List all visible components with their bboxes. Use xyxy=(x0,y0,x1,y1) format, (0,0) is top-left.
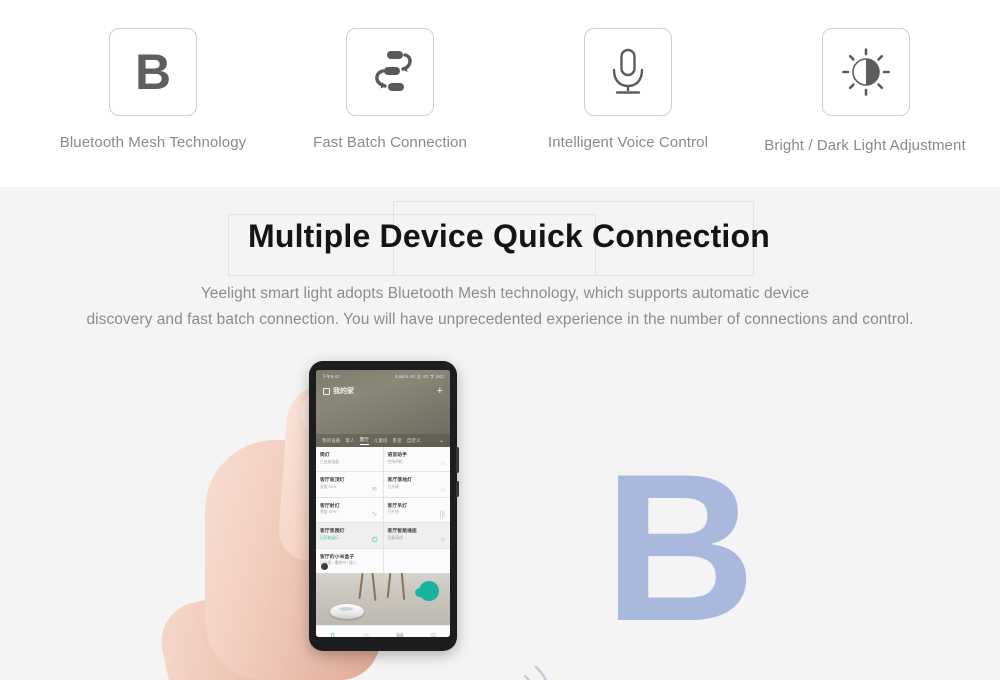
device-name: 客厅落地灯 xyxy=(387,478,412,484)
feature-bluetooth-mesh[interactable]: B Bluetooth Mesh Technology xyxy=(28,0,278,187)
device-card[interactable]: 客厅的小米盒子 已连接 / 播放中 / 接入 xyxy=(316,548,383,573)
volume-button[interactable] xyxy=(456,481,459,497)
device-card[interactable]: 筒灯 已连接设备 xyxy=(316,447,383,472)
device-status: 已连接 / 播放中 / 接入 xyxy=(320,561,357,566)
device-status: 空闲待机 xyxy=(387,459,403,464)
chevron-down-icon[interactable]: ⌄ xyxy=(439,438,444,444)
smartphone: 下午5:42 5.6K/s 4G 全 4G 字 (92) 我的家 + 我的设备 … xyxy=(309,361,459,651)
plus-icon[interactable]: + xyxy=(437,386,443,397)
device-name: 客厅吸顶灯 xyxy=(320,478,345,484)
promo-page: B Bluetooth Mesh Technology Fast Batch C… xyxy=(0,0,1000,680)
device-name: 语音助手 xyxy=(387,453,408,458)
device-status: 已连接设备 xyxy=(320,459,339,464)
hero-subtitle: Yeelight smart light adopts Bluetooth Me… xyxy=(0,281,1000,333)
room-photo-strip xyxy=(316,573,450,625)
feature-label: Fast Batch Connection xyxy=(313,134,467,151)
page-title: Multiple Device Quick Connection xyxy=(247,218,771,254)
fingertip-overlay xyxy=(415,581,439,601)
tab-living-room[interactable]: 客厅 xyxy=(359,437,369,445)
fast-batch-connection-icon xyxy=(346,28,434,116)
device-icon: ||| xyxy=(439,511,445,519)
room-tabs[interactable]: 我的设备 客人 客厅 儿童房 卧室 自定义 ⌄ xyxy=(316,434,450,447)
device-icon: ⌂ xyxy=(440,485,445,493)
app-title-row: 我的家 + xyxy=(316,382,450,397)
device-card[interactable]: 客厅吸顶灯 亮度 60% ≋ xyxy=(316,472,383,497)
tab-my-devices[interactable]: 我的设备 xyxy=(322,438,340,444)
feature-label: Bluetooth Mesh Technology xyxy=(59,134,247,151)
device-icon: ⌾ xyxy=(440,536,445,544)
table-leg xyxy=(371,573,376,602)
subtitle-line-1: Yeelight smart light adopts Bluetooth Me… xyxy=(200,285,810,302)
device-name: 筒灯 xyxy=(320,453,330,458)
feature-fast-batch[interactable]: Fast Batch Connection xyxy=(265,0,515,187)
phone-screen[interactable]: 下午5:42 5.6K/s 4G 全 4G 字 (92) 我的家 + 我的设备 … xyxy=(316,370,450,637)
device-card-grid: 筒灯 已连接设备 语音助手 空闲待机 ○ 客厅吸顶灯 亮度 60% ≋ 客厅落地… xyxy=(316,447,450,573)
home-icon xyxy=(323,387,330,395)
table-leg xyxy=(358,573,364,599)
nav-item-smart[interactable]: ▤ 智能 xyxy=(383,626,417,637)
status-indicators: 5.6K/s 4G 全 4G 字 (92) xyxy=(395,374,444,379)
tab-guest[interactable]: 客人 xyxy=(345,438,354,444)
feature-voice-control[interactable]: Intelligent Voice Control xyxy=(503,0,753,187)
device-card[interactable]: 客厅氛围灯 已开启运行 ⏻ xyxy=(316,523,383,548)
profile-icon: ☺ xyxy=(429,630,438,637)
device-status: 亮度 40% xyxy=(320,510,337,515)
status-bar: 下午5:42 5.6K/s 4G 全 4G 字 (92) xyxy=(316,370,450,382)
device-thumbnail xyxy=(321,563,328,570)
store-icon: ⌂ xyxy=(363,630,369,637)
device-status: 设备离线 xyxy=(387,535,403,540)
table-leg xyxy=(400,573,405,601)
signal-waves-icon xyxy=(500,652,570,680)
device-status: 已开启 xyxy=(387,510,399,515)
device-name: 客厅射灯 xyxy=(320,503,340,509)
automation-icon: ▤ xyxy=(395,630,404,637)
app-header: 下午5:42 5.6K/s 4G 全 4G 字 (92) 我的家 + xyxy=(316,370,450,434)
bottom-navigation[interactable]: ▯ 米家 ⌂ 商城 ▤ 智能 ☺ 我的 xyxy=(316,625,450,637)
device-name: 客厅智能插座 xyxy=(387,529,417,535)
robot-vacuum xyxy=(330,604,364,619)
tab-custom[interactable]: 自定义 xyxy=(407,438,421,444)
hero-section: Multiple Device Quick Connection Yeeligh… xyxy=(0,187,1000,680)
device-card[interactable]: 客厅落地灯 已关闭 ⌂ xyxy=(383,472,450,497)
bluetooth-b-icon: B xyxy=(109,28,197,116)
microphone-icon xyxy=(584,28,672,116)
svg-text:B: B xyxy=(135,45,171,99)
tab-bedroom[interactable]: 卧室 xyxy=(393,438,402,444)
device-icon: ▯ xyxy=(330,630,335,637)
brightness-icon xyxy=(822,28,910,116)
device-card[interactable]: 客厅吊灯 已开启 ||| xyxy=(383,497,450,523)
bluetooth-logo-b: B xyxy=(604,430,756,665)
nav-item-mijia[interactable]: ▯ 米家 xyxy=(316,626,350,637)
status-time: 下午5:42 xyxy=(322,374,340,379)
product-photo: 下午5:42 5.6K/s 4G 全 4G 字 (92) 我的家 + 我的设备 … xyxy=(0,352,1000,680)
device-icon: ∿ xyxy=(371,511,378,519)
feature-band: B Bluetooth Mesh Technology Fast Batch C… xyxy=(0,0,1000,187)
nav-item-store[interactable]: ⌂ 商城 xyxy=(350,626,384,637)
device-card[interactable]: 客厅智能插座 设备离线 ⌾ xyxy=(383,523,450,548)
device-name: 客厅吊灯 xyxy=(387,503,408,509)
feature-label: Bright / Dark Light Adjustment xyxy=(764,137,966,154)
device-name: 客厅氛围灯 xyxy=(320,529,345,535)
device-card[interactable]: 客厅射灯 亮度 40% ∿ xyxy=(316,497,383,523)
tab-kids-room[interactable]: 儿童房 xyxy=(374,438,388,444)
table-leg xyxy=(386,573,391,599)
device-icon: ○ xyxy=(440,460,445,468)
home-label: 我的家 xyxy=(333,388,354,395)
subtitle-line-2: discovery and fast batch connection. You… xyxy=(86,311,914,328)
device-status: 亮度 60% xyxy=(320,484,337,489)
feature-brightness[interactable]: Bright / Dark Light Adjustment xyxy=(740,0,990,187)
power-icon[interactable]: ⏻ xyxy=(372,537,378,544)
device-status: 已开启运行 xyxy=(320,535,339,540)
feature-label: Intelligent Voice Control xyxy=(547,134,709,151)
device-status: 已关闭 xyxy=(387,484,399,489)
home-selector[interactable]: 我的家 xyxy=(323,386,354,396)
device-name: 客厅的小米盒子 xyxy=(320,554,355,560)
device-card[interactable]: 语音助手 空闲待机 ○ xyxy=(383,447,450,472)
device-icon: ≋ xyxy=(371,485,378,493)
nav-item-profile[interactable]: ☺ 我的 xyxy=(417,626,451,637)
device-card-empty[interactable] xyxy=(383,548,450,573)
power-button[interactable] xyxy=(456,447,459,473)
